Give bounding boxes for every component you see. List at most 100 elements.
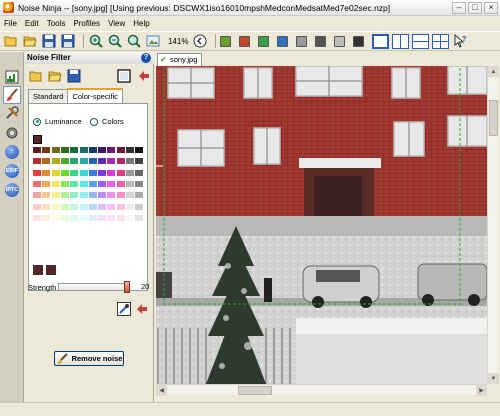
back-button[interactable] xyxy=(192,33,208,49)
palette-swatch[interactable] xyxy=(116,147,125,153)
palette-swatch[interactable] xyxy=(60,158,69,165)
palette-swatch[interactable] xyxy=(107,203,116,210)
palette-swatch[interactable] xyxy=(60,203,69,210)
palette-swatch[interactable] xyxy=(79,180,88,187)
vertical-scroll-thumb[interactable] xyxy=(489,100,498,136)
channel-swatch-4[interactable] xyxy=(277,35,289,47)
palette-swatch[interactable] xyxy=(70,147,79,153)
tools-button[interactable] xyxy=(3,104,21,122)
palette-swatch[interactable] xyxy=(42,180,51,187)
radio-colors-dot[interactable] xyxy=(90,117,98,126)
palette-swatch[interactable] xyxy=(107,180,116,187)
palette-swatch[interactable] xyxy=(135,147,144,153)
palette-swatch[interactable] xyxy=(42,214,51,221)
strength-slider[interactable] xyxy=(58,281,130,293)
palette-swatch[interactable] xyxy=(135,169,144,176)
palette-swatch[interactable] xyxy=(60,180,69,187)
close-button[interactable]: × xyxy=(484,1,498,14)
settings-button[interactable] xyxy=(3,124,21,142)
menu-help[interactable]: Help xyxy=(133,19,149,28)
image-viewport[interactable] xyxy=(156,66,487,384)
palette-swatch[interactable] xyxy=(51,169,60,176)
palette-swatch[interactable] xyxy=(126,180,134,187)
palette-swatch[interactable] xyxy=(135,192,144,199)
scroll-left-arrow[interactable]: ◀ xyxy=(156,385,167,396)
channel-swatch-3[interactable] xyxy=(258,35,270,47)
palette-swatch[interactable] xyxy=(79,169,88,176)
palette-swatch[interactable] xyxy=(79,192,88,199)
selected-color-1[interactable] xyxy=(33,265,43,275)
palette-swatch[interactable] xyxy=(98,192,107,199)
zoom-actual-button[interactable] xyxy=(145,33,161,49)
help-icon[interactable]: ? xyxy=(141,53,151,63)
histogram-button[interactable] xyxy=(3,68,21,86)
palette-swatch[interactable] xyxy=(88,158,97,165)
palette-swatch[interactable] xyxy=(98,214,107,221)
selected-color-2[interactable] xyxy=(46,265,56,275)
palette-swatch[interactable] xyxy=(79,214,88,221)
palette-swatch[interactable] xyxy=(51,180,60,187)
channel-swatch-6[interactable] xyxy=(315,35,327,47)
palette-swatch[interactable] xyxy=(107,169,116,176)
palette-swatch[interactable] xyxy=(88,214,97,221)
palette-swatch[interactable] xyxy=(60,192,69,199)
palette-swatch[interactable] xyxy=(60,147,69,153)
palette-swatch[interactable] xyxy=(33,192,41,199)
palette-swatch[interactable] xyxy=(33,169,41,176)
palette-swatch[interactable] xyxy=(116,203,125,210)
strength-slider-thumb[interactable] xyxy=(124,281,130,293)
channel-swatch-1[interactable] xyxy=(220,35,232,47)
eyedropper-arrow[interactable] xyxy=(134,301,150,317)
vertical-scrollbar[interactable]: ▲ ▼ xyxy=(487,66,499,384)
palette-swatch[interactable] xyxy=(98,203,107,210)
radio-luminance-dot[interactable] xyxy=(33,117,41,126)
palette-swatch[interactable] xyxy=(51,214,60,221)
palette-swatch[interactable] xyxy=(126,192,134,199)
menu-profiles[interactable]: Profiles xyxy=(73,19,100,28)
layout-split-horizontal-button[interactable] xyxy=(412,33,430,49)
palette-swatch[interactable] xyxy=(116,158,125,165)
palette-swatch[interactable] xyxy=(79,158,88,165)
palette-swatch[interactable] xyxy=(42,158,51,165)
radio-luminance[interactable]: Luminance xyxy=(33,117,82,126)
palette-swatch[interactable] xyxy=(107,158,116,165)
palette-swatch[interactable] xyxy=(51,158,60,165)
palette-swatch[interactable] xyxy=(60,214,69,221)
channel-swatch-7[interactable] xyxy=(334,35,346,47)
scroll-down-arrow[interactable]: ▼ xyxy=(488,373,499,384)
palette-swatch[interactable] xyxy=(70,203,79,210)
palette-swatch[interactable] xyxy=(33,214,41,221)
palette-swatch[interactable] xyxy=(70,180,79,187)
palette-swatch[interactable] xyxy=(126,214,134,221)
palette-swatch[interactable] xyxy=(42,192,51,199)
palette-swatch[interactable] xyxy=(135,203,144,210)
palette-swatch[interactable] xyxy=(51,203,60,210)
image-tab-sony[interactable]: sony.jpg xyxy=(157,53,203,66)
palette-swatch[interactable] xyxy=(51,192,60,199)
palette-swatch[interactable] xyxy=(51,147,60,153)
zoom-out-button[interactable] xyxy=(107,33,123,49)
menu-file[interactable]: File xyxy=(4,19,17,28)
open-folder-button-2[interactable] xyxy=(22,33,38,49)
palette-swatch[interactable] xyxy=(79,203,88,210)
scroll-up-arrow[interactable]: ▲ xyxy=(488,66,499,77)
open-folder-button[interactable] xyxy=(3,33,19,49)
palette-swatch[interactable] xyxy=(33,158,41,165)
palette-swatch[interactable] xyxy=(88,203,97,210)
palette-swatch[interactable] xyxy=(126,147,134,153)
panel-save-button[interactable] xyxy=(66,68,82,84)
palette-swatch[interactable] xyxy=(42,203,51,210)
palette-swatch[interactable] xyxy=(88,169,97,176)
palette-swatch[interactable] xyxy=(88,180,97,187)
context-help-button[interactable]: ? xyxy=(452,33,468,49)
save-as-button[interactable] xyxy=(60,33,76,49)
palette-swatch[interactable] xyxy=(70,169,79,176)
menu-tools[interactable]: Tools xyxy=(47,19,66,28)
zoom-fit-button[interactable] xyxy=(126,33,142,49)
palette-swatch[interactable] xyxy=(135,158,144,165)
palette-swatch[interactable] xyxy=(107,214,116,221)
scroll-right-arrow[interactable]: ▶ xyxy=(476,385,487,396)
horizontal-scroll-thumb[interactable] xyxy=(238,386,272,395)
radio-colors[interactable]: Colors xyxy=(90,117,124,126)
channel-swatch-8[interactable] xyxy=(353,35,365,47)
